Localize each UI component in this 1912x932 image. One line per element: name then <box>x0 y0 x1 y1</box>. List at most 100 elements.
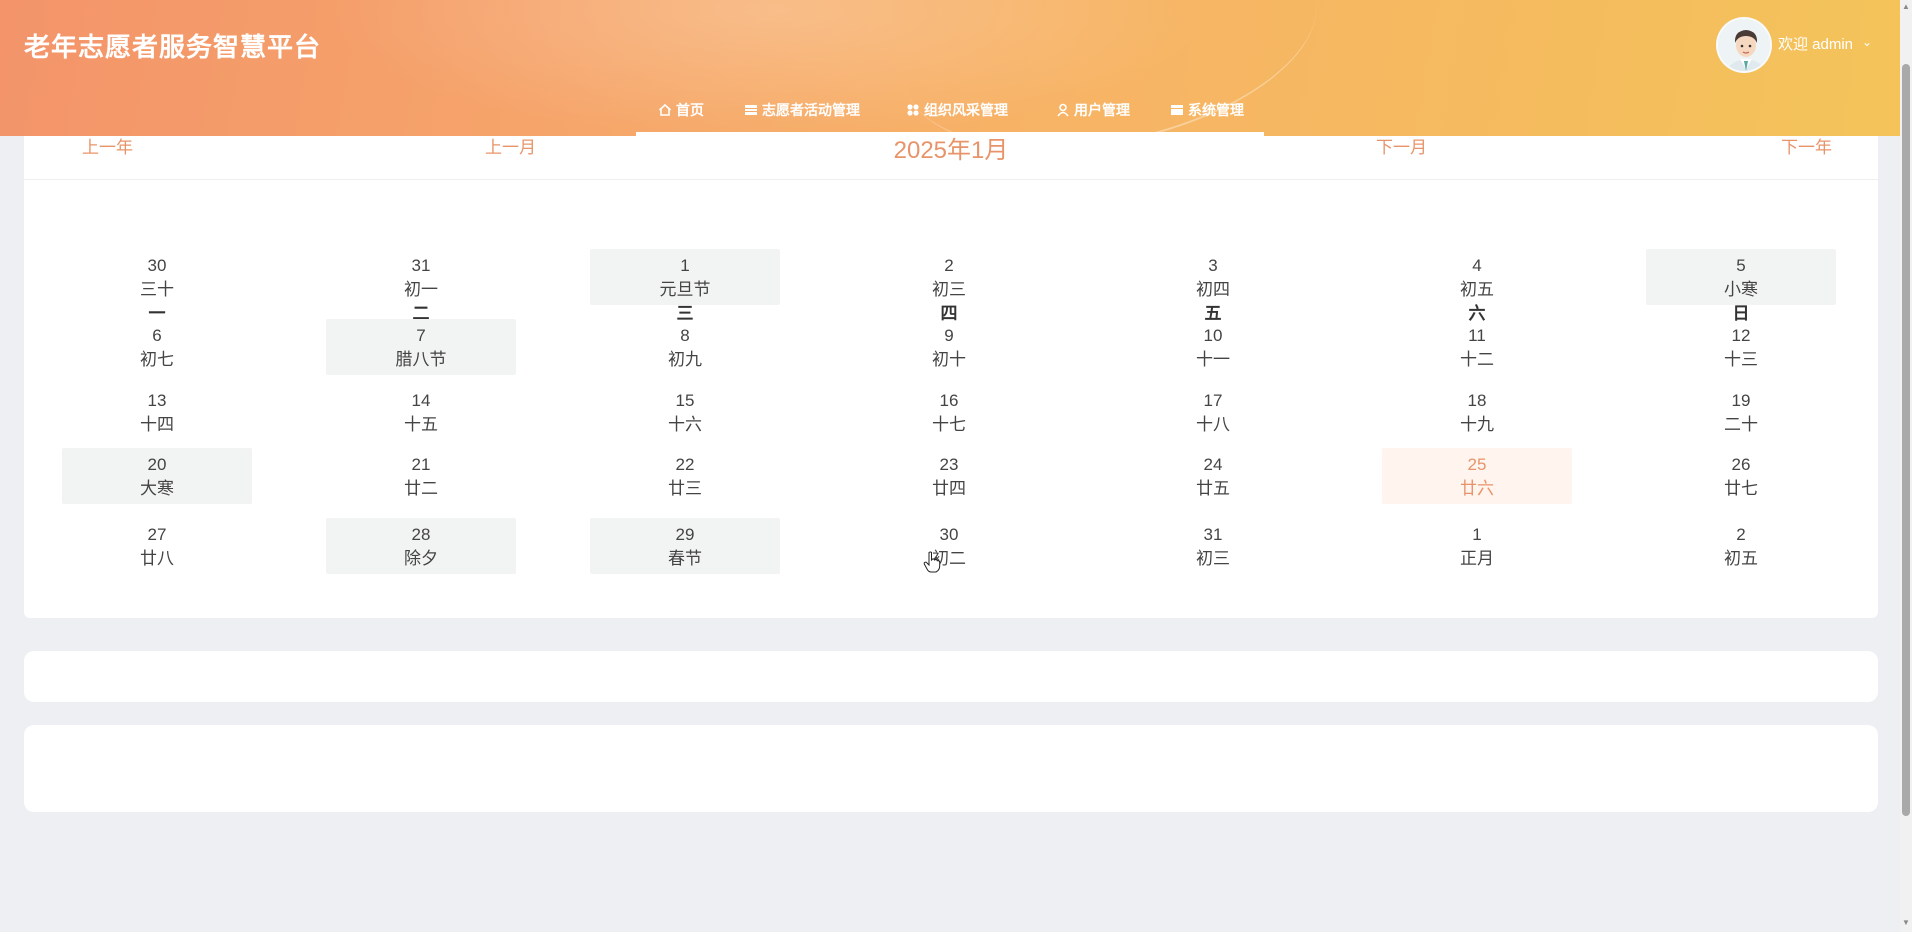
hand-cursor-icon <box>923 551 941 573</box>
lunar-date: 廿七 <box>1724 479 1758 498</box>
calendar-day[interactable]: 2 初五 <box>1646 518 1836 574</box>
day-number: 2 <box>1736 525 1746 544</box>
grid-icon <box>907 104 919 116</box>
calendar-day[interactable]: 11 十二 <box>1382 319 1572 375</box>
next-month-button[interactable]: 下一月 <box>1376 133 1427 158</box>
menu-item-system[interactable]: 系统管理 <box>1170 100 1244 120</box>
calendar-day[interactable]: 5 小寒 <box>1646 249 1836 305</box>
menu-item-label: 志愿者活动管理 <box>762 102 860 118</box>
calendar-day[interactable]: 31 初一 <box>326 249 516 305</box>
calendar-day-today[interactable]: 25 廿六 <box>1382 448 1572 504</box>
menu-item-label: 系统管理 <box>1188 102 1244 118</box>
lunar-date: 大寒 <box>140 479 174 498</box>
calendar-day[interactable]: 29 春节 <box>590 518 780 574</box>
calendar-day[interactable]: 31 初三 <box>1118 518 1308 574</box>
calendar-day[interactable]: 1 正月 <box>1382 518 1572 574</box>
calendar-day[interactable]: 9 初十 <box>854 319 1044 375</box>
day-number: 27 <box>147 525 167 544</box>
day-number: 30 <box>147 256 167 275</box>
lunar-date: 初三 <box>1196 549 1230 568</box>
lunar-date: 元旦节 <box>659 280 711 299</box>
lunar-date: 正月 <box>1460 549 1494 568</box>
calendar-day[interactable]: 2 初三 <box>854 249 1044 305</box>
scroll-up-icon[interactable]: ▲ <box>1900 0 1912 14</box>
day-number: 3 <box>1208 256 1218 275</box>
day-number: 14 <box>411 391 431 410</box>
calendar-day[interactable]: 21 廿二 <box>326 448 516 504</box>
lunar-date: 十三 <box>1724 350 1758 369</box>
lunar-date: 十六 <box>668 415 702 434</box>
menu-item-users[interactable]: 用户管理 <box>1056 100 1130 120</box>
day-number: 22 <box>675 455 695 474</box>
calendar-day[interactable]: 4 初五 <box>1382 249 1572 305</box>
day-number: 2 <box>944 256 954 275</box>
user-avatar[interactable] <box>1716 17 1772 73</box>
calendar-day[interactable]: 23 廿四 <box>854 448 1044 504</box>
calendar-day[interactable]: 16 十七 <box>854 384 1044 440</box>
calendar-day[interactable]: 15 十六 <box>590 384 780 440</box>
lunar-date: 十七 <box>932 415 966 434</box>
calendar-day[interactable]: 13 十四 <box>62 384 252 440</box>
day-number: 6 <box>152 326 162 345</box>
lunar-date: 廿五 <box>1196 479 1230 498</box>
content-panel <box>24 725 1878 812</box>
day-number: 16 <box>939 391 959 410</box>
day-number: 26 <box>1731 455 1751 474</box>
calendar-day[interactable]: 18 十九 <box>1382 384 1572 440</box>
day-number: 30 <box>939 525 959 544</box>
calendar-day[interactable]: 12 十三 <box>1646 319 1836 375</box>
menu-item-organization[interactable]: 组织风采管理 <box>906 100 1008 120</box>
calendar-day[interactable]: 17 十八 <box>1118 384 1308 440</box>
lunar-date: 廿六 <box>1460 479 1494 498</box>
scroll-down-icon[interactable]: ▼ <box>1900 916 1912 930</box>
welcome-user[interactable]: 欢迎 admin <box>1778 33 1853 54</box>
lunar-date: 除夕 <box>404 549 438 568</box>
user-icon <box>1057 103 1069 117</box>
calendar-day[interactable]: 22 廿三 <box>590 448 780 504</box>
menu-item-home[interactable]: 首页 <box>658 100 704 120</box>
table-icon <box>1171 105 1183 115</box>
lunar-date: 十八 <box>1196 415 1230 434</box>
vertical-scrollbar[interactable]: ▲ ▼ <box>1900 0 1912 932</box>
lunar-date: 十二 <box>1460 350 1494 369</box>
calendar-day[interactable]: 7 腊八节 <box>326 319 516 375</box>
day-number: 5 <box>1736 256 1746 275</box>
lunar-date: 廿二 <box>404 479 438 498</box>
lunar-date: 小寒 <box>1724 280 1758 299</box>
main-menu: 首页 志愿者活动管理 组织风采管理 用户管理 系统管理 <box>636 92 1264 136</box>
day-number: 20 <box>147 455 167 474</box>
calendar-day[interactable]: 26 廿七 <box>1646 448 1836 504</box>
table-icon <box>745 105 757 115</box>
calendar-day[interactable]: 30 初二 <box>854 518 1044 574</box>
calendar-day[interactable]: 30 三十 <box>62 249 252 305</box>
calendar-day[interactable]: 27 廿八 <box>62 518 252 574</box>
content-panel <box>24 651 1878 702</box>
calendar-day[interactable]: 6 初七 <box>62 319 252 375</box>
calendar-day[interactable]: 19 二十 <box>1646 384 1836 440</box>
lunar-date: 初十 <box>932 350 966 369</box>
day-number: 28 <box>411 525 431 544</box>
calendar-day[interactable]: 28 除夕 <box>326 518 516 574</box>
day-number: 10 <box>1203 326 1223 345</box>
lunar-date: 十九 <box>1460 415 1494 434</box>
chevron-down-icon[interactable]: ⌄ <box>1862 35 1872 49</box>
calendar-day[interactable]: 24 廿五 <box>1118 448 1308 504</box>
menu-item-volunteer-activities[interactable]: 志愿者活动管理 <box>744 100 860 120</box>
menu-item-label: 组织风采管理 <box>924 102 1008 118</box>
calendar-day[interactable]: 14 十五 <box>326 384 516 440</box>
day-number: 4 <box>1472 256 1482 275</box>
day-number: 31 <box>1203 525 1223 544</box>
lunar-date: 腊八节 <box>395 350 447 369</box>
day-number: 9 <box>944 326 954 345</box>
next-year-button[interactable]: 下一年 <box>1781 133 1832 158</box>
lunar-date: 初一 <box>404 280 438 299</box>
calendar-day[interactable]: 20 大寒 <box>62 448 252 504</box>
calendar-day[interactable]: 1 元旦节 <box>590 249 780 305</box>
lunar-date: 初五 <box>1460 280 1494 299</box>
day-number: 17 <box>1203 391 1223 410</box>
calendar-day[interactable]: 10 十一 <box>1118 319 1308 375</box>
scroll-thumb[interactable] <box>1902 64 1910 816</box>
calendar-day[interactable]: 8 初九 <box>590 319 780 375</box>
calendar-day[interactable]: 3 初四 <box>1118 249 1308 305</box>
day-number: 29 <box>675 525 695 544</box>
